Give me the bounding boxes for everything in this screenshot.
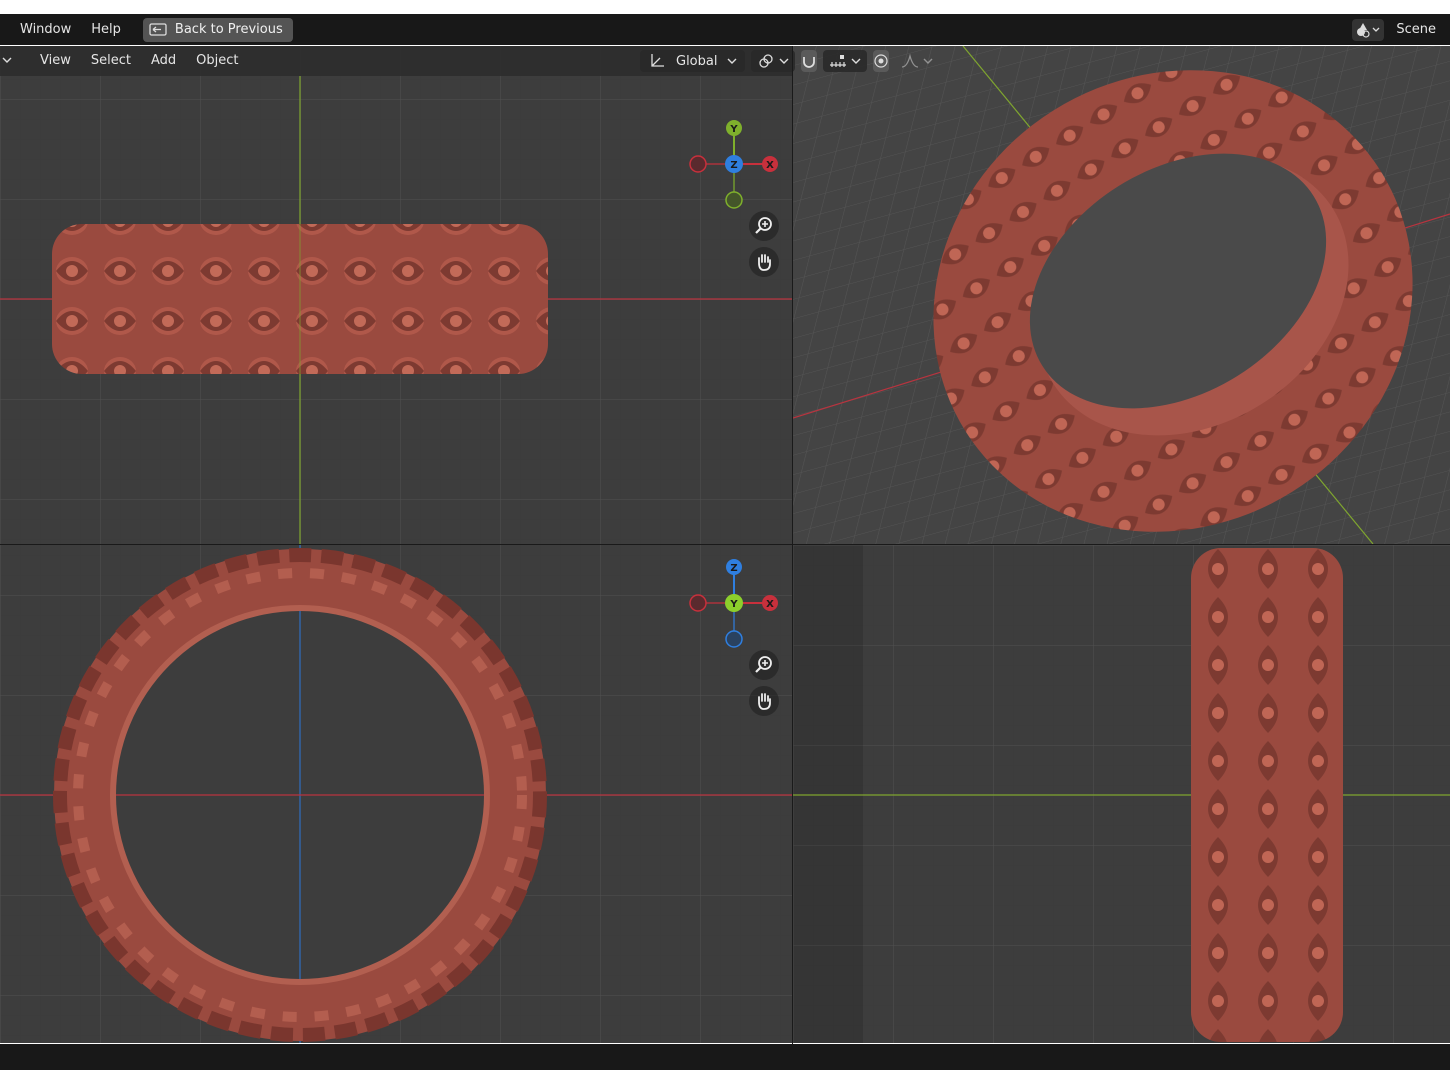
pivot-point-dropdown[interactable] — [751, 50, 796, 72]
hand-icon — [758, 254, 771, 271]
chevron-down-icon — [2, 57, 12, 63]
viewport-divider-horizontal[interactable] — [0, 544, 1450, 545]
viewport-divider-vertical[interactable] — [792, 46, 793, 1044]
zoom-icon — [755, 656, 772, 673]
ring-side — [1191, 548, 1343, 1042]
menu-select[interactable]: Select — [81, 46, 141, 76]
chevron-down-icon — [779, 58, 789, 64]
falloff-dropdown[interactable] — [895, 50, 939, 72]
menu-window[interactable]: Window — [10, 14, 81, 45]
zoom-icon — [755, 217, 772, 234]
viewport-side[interactable] — [793, 545, 1450, 1043]
menu-object[interactable]: Object — [186, 46, 248, 76]
svg-text:X: X — [766, 160, 774, 171]
viewport-top[interactable] — [0, 545, 792, 1043]
scene-label: Scene — [1396, 22, 1436, 37]
scene-selector[interactable]: Scene — [1352, 14, 1450, 45]
scene-icon — [1352, 18, 1385, 41]
navigation-gizmo-top[interactable]: Z X Y — [680, 551, 790, 655]
chevron-down-icon — [727, 58, 737, 64]
transform-orientation-label: Global — [676, 53, 718, 69]
pivot-icon — [759, 54, 774, 68]
falloff-curve-icon — [902, 53, 919, 68]
front-view-canvas — [0, 76, 792, 544]
svg-text:Y: Y — [729, 124, 738, 135]
perspective-view-canvas — [793, 46, 1450, 544]
back-to-previous-button[interactable]: Back to Previous — [142, 17, 293, 42]
menu-add[interactable]: Add — [141, 46, 186, 76]
chevron-down-icon — [851, 58, 861, 64]
menu-view[interactable]: View — [30, 46, 81, 76]
viewport-perspective[interactable] — [793, 46, 1450, 544]
transform-orientation-dropdown[interactable]: Global — [640, 50, 746, 72]
navigation-gizmo-front[interactable]: Y X Z — [680, 112, 790, 216]
zoom-button-front[interactable] — [749, 211, 779, 241]
side-view-canvas — [793, 545, 1450, 1043]
top-bar: Window Help Back to Previous Scene — [0, 14, 1450, 45]
status-bar — [0, 1044, 1450, 1070]
snap-toggle[interactable] — [801, 50, 818, 72]
menu-help[interactable]: Help — [81, 14, 131, 45]
pan-button-top[interactable] — [749, 686, 779, 716]
orientation-icon — [651, 54, 664, 67]
header-tools: Global — [640, 46, 933, 76]
chevron-down-icon — [923, 58, 933, 64]
svg-text:Z: Z — [730, 563, 737, 574]
magnet-icon — [803, 57, 816, 68]
svg-text:Z: Z — [730, 160, 737, 171]
viewport-front[interactable] — [0, 46, 792, 544]
svg-text:Y: Y — [729, 599, 738, 610]
snap-target-dropdown[interactable] — [823, 50, 868, 72]
top-view-canvas — [0, 545, 792, 1043]
editor-type-dropdown[interactable] — [0, 46, 20, 76]
svg-text:X: X — [766, 599, 774, 610]
proportional-editing-icon — [874, 54, 889, 68]
hand-icon — [758, 693, 771, 710]
proportional-editing-toggle[interactable] — [873, 50, 890, 72]
back-to-previous-label: Back to Previous — [174, 22, 283, 37]
pan-button-front[interactable] — [749, 247, 779, 277]
zoom-button-top[interactable] — [749, 650, 779, 680]
back-icon — [149, 22, 167, 36]
snap-increment-icon — [830, 55, 847, 67]
